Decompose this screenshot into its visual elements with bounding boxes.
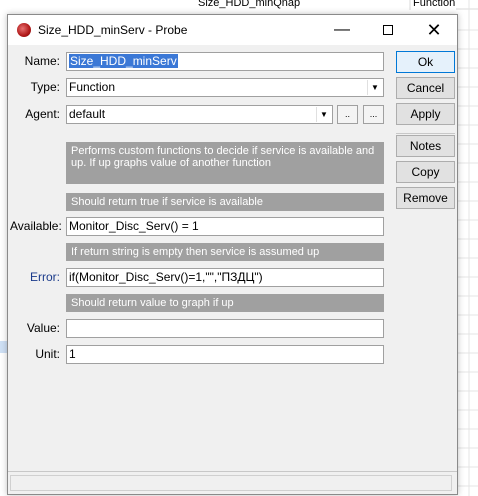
agent-select-value: default — [69, 107, 106, 121]
ok-button[interactable]: Ok — [396, 51, 455, 73]
remove-button[interactable]: Remove — [396, 187, 455, 209]
available-label: Available: — [10, 219, 62, 233]
background-cell-name: Size_HDD_minQnap — [198, 0, 301, 9]
copy-button[interactable]: Copy — [396, 161, 455, 183]
button-separator — [396, 133, 455, 134]
apply-button[interactable]: Apply — [396, 103, 455, 125]
agent-select[interactable]: default ▼ — [66, 105, 333, 124]
close-button[interactable]: ✕ — [411, 15, 457, 45]
value-hint: Should return value to graph if up — [66, 294, 384, 312]
error-label: Error: — [30, 270, 60, 284]
name-label: Name: — [24, 54, 60, 68]
type-label: Type: — [30, 80, 60, 94]
probe-dialog: Size_HDD_minServ - Probe — ✕ Name: Size_… — [7, 14, 458, 495]
window-title: Size_HDD_minServ - Probe — [38, 23, 188, 37]
available-hint: Should return true if service is availab… — [66, 193, 384, 211]
available-field[interactable]: Monitor_Disc_Serv() = 1 — [66, 217, 384, 236]
close-icon: ✕ — [426, 20, 442, 40]
error-field[interactable]: if(Monitor_Disc_Serv()=1,"","ПЗДЦ") — [66, 268, 384, 287]
type-select[interactable]: Function ▼ — [66, 78, 384, 97]
status-bar — [8, 471, 457, 494]
agent-more-button[interactable]: ... — [363, 105, 384, 124]
type-select-value: Function — [69, 80, 116, 94]
maximize-icon — [383, 24, 393, 35]
unit-field[interactable]: 1 — [66, 345, 384, 364]
notes-button[interactable]: Notes — [396, 135, 455, 157]
agent-label: Agent: — [25, 107, 60, 121]
name-field[interactable]: Size_HDD_minServ — [66, 52, 384, 71]
maximize-button[interactable] — [365, 15, 411, 45]
value-label: Value: — [26, 321, 60, 335]
background-cell-type: Function — [413, 0, 456, 9]
cancel-button[interactable]: Cancel — [396, 77, 455, 99]
error-hint: If return string is empty then service i… — [66, 243, 384, 261]
status-bar-panel — [10, 475, 452, 491]
minimize-button[interactable]: — — [319, 15, 365, 45]
title-bar[interactable]: Size_HDD_minServ - Probe — ✕ — [8, 15, 457, 45]
name-field-value: Size_HDD_minServ — [69, 54, 178, 68]
agent-browse-button[interactable]: .. — [337, 105, 358, 124]
minimize-icon: — — [334, 21, 350, 38]
description-text: Performs custom functions to decide if s… — [66, 142, 384, 184]
chevron-down-icon[interactable]: ▼ — [367, 80, 382, 95]
probe-app-icon — [17, 23, 31, 37]
unit-label: Unit: — [35, 347, 60, 361]
chevron-down-icon[interactable]: ▼ — [316, 107, 331, 122]
value-field[interactable] — [66, 319, 384, 338]
